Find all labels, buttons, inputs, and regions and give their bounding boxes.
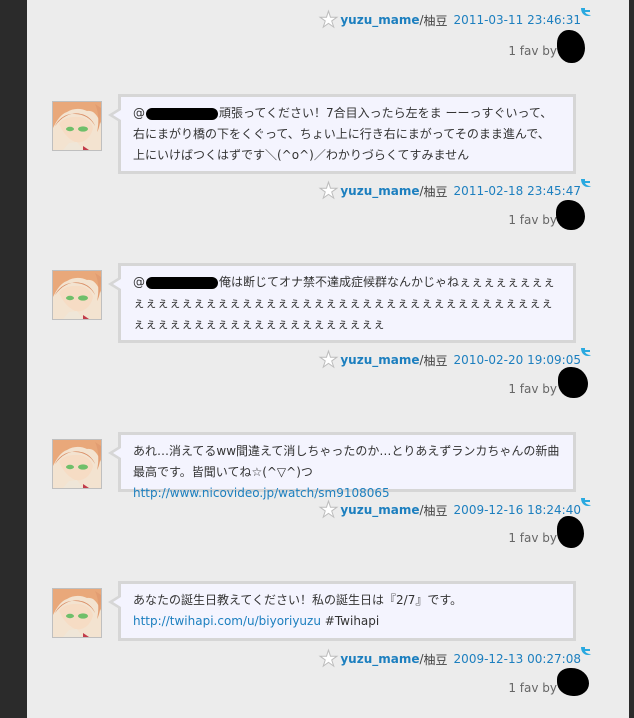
avatar-image [53, 102, 101, 150]
timestamp-link[interactable]: 2011-03-11 23:46:31 [454, 13, 581, 27]
tweet-text: あれ…消えてるww間違えて消しちゃったのか…とりあえずランカちゃんの新曲最高です… [133, 444, 560, 479]
star-icon[interactable]: ★ [318, 648, 339, 671]
twitter-bird-icon [580, 646, 591, 656]
star-icon[interactable]: ★ [318, 180, 339, 203]
avatar-image [53, 271, 101, 319]
tweet-text: あなたの誕生日教えてください！私の誕生日は『2/7』です。 [133, 593, 463, 607]
avatar-image [53, 589, 101, 637]
hashtag[interactable]: #Twihapi [325, 614, 379, 628]
fav-count: 1 fav by [508, 213, 557, 227]
avatar[interactable] [52, 439, 102, 489]
left-frame [0, 0, 27, 718]
tweet-bubble: @ 頑張ってください！7合目入ったら左をま ーーっすぐいって、右にまがり橋の下をく… [108, 94, 576, 174]
star-icon[interactable]: ★ [318, 499, 339, 522]
twitter-bird-icon [580, 7, 591, 17]
tweet-meta: ★ yuzu_mame / 柚豆 2011-03-11 23:46:31 [318, 9, 581, 32]
right-frame [629, 0, 634, 718]
twitter-bird-icon [580, 497, 591, 507]
timestamp-link[interactable]: 2009-12-13 00:27:08 [454, 652, 581, 666]
fav-count: 1 fav by [508, 382, 557, 396]
avatar[interactable] [52, 270, 102, 320]
twitter-bird-icon [580, 178, 591, 188]
display-name: 柚豆 [423, 503, 448, 518]
avatar[interactable] [52, 101, 102, 151]
timestamp-link[interactable]: 2009-12-16 18:24:40 [454, 503, 581, 517]
redacted-mention [146, 276, 218, 289]
tweet-meta: ★ yuzu_mame / 柚豆 2011-02-18 23:45:47 [318, 180, 581, 203]
redacted-fav-avatar [557, 30, 585, 63]
timestamp-link[interactable]: 2011-02-18 23:45:47 [454, 184, 581, 198]
tweet-meta: ★ yuzu_mame / 柚豆 2009-12-16 18:24:40 [318, 499, 581, 522]
star-icon[interactable]: ★ [318, 349, 339, 372]
tweet-link[interactable]: http://www.nicovideo.jp/watch/sm9108065 [133, 486, 390, 500]
tweet-bubble: あれ…消えてるww間違えて消しちゃったのか…とりあえずランカちゃんの新曲最高です… [108, 432, 576, 500]
timestamp-link[interactable]: 2010-02-20 19:09:05 [454, 353, 581, 367]
username-link[interactable]: yuzu_mame [340, 652, 419, 666]
tweet-meta: ★ yuzu_mame / 柚豆 2009-12-13 00:27:08 [318, 648, 581, 671]
tweet-meta: ★ yuzu_mame / 柚豆 2010-02-20 19:09:05 [318, 349, 581, 372]
fav-count: 1 fav by [508, 44, 557, 58]
username-link[interactable]: yuzu_mame [340, 13, 419, 27]
display-name: 柚豆 [423, 353, 448, 368]
avatar[interactable] [52, 588, 102, 638]
timeline: ★ yuzu_mame / 柚豆 2011-03-11 23:46:31 1 f… [27, 0, 629, 718]
redacted-fav-avatar [558, 367, 588, 398]
username-link[interactable]: yuzu_mame [340, 503, 419, 517]
star-icon[interactable]: ★ [318, 9, 339, 32]
twitter-bird-icon [580, 347, 591, 357]
redacted-fav-avatar [557, 668, 589, 696]
redacted-fav-avatar [556, 200, 585, 230]
display-name: 柚豆 [423, 184, 448, 199]
redacted-fav-avatar [557, 516, 584, 548]
display-name: 柚豆 [423, 652, 448, 667]
fav-count: 1 fav by [508, 681, 557, 695]
tweet-link[interactable]: http://twihapi.com/u/biyoriyuzu [133, 614, 321, 628]
tweet-bubble: あなたの誕生日教えてください！私の誕生日は『2/7』です。 http://twi… [108, 581, 576, 641]
username-link[interactable]: yuzu_mame [340, 353, 419, 367]
tweet-bubble: @ 俺は断じてオナ禁不達成症候群なんかじゃねぇぇぇぇぇぇぇぇぇぇぇぇぇぇぇぇぇぇぇ… [108, 263, 576, 343]
redacted-mention [146, 107, 218, 120]
display-name: 柚豆 [423, 13, 448, 28]
fav-count: 1 fav by [508, 531, 557, 545]
avatar-image [53, 440, 101, 488]
username-link[interactable]: yuzu_mame [340, 184, 419, 198]
